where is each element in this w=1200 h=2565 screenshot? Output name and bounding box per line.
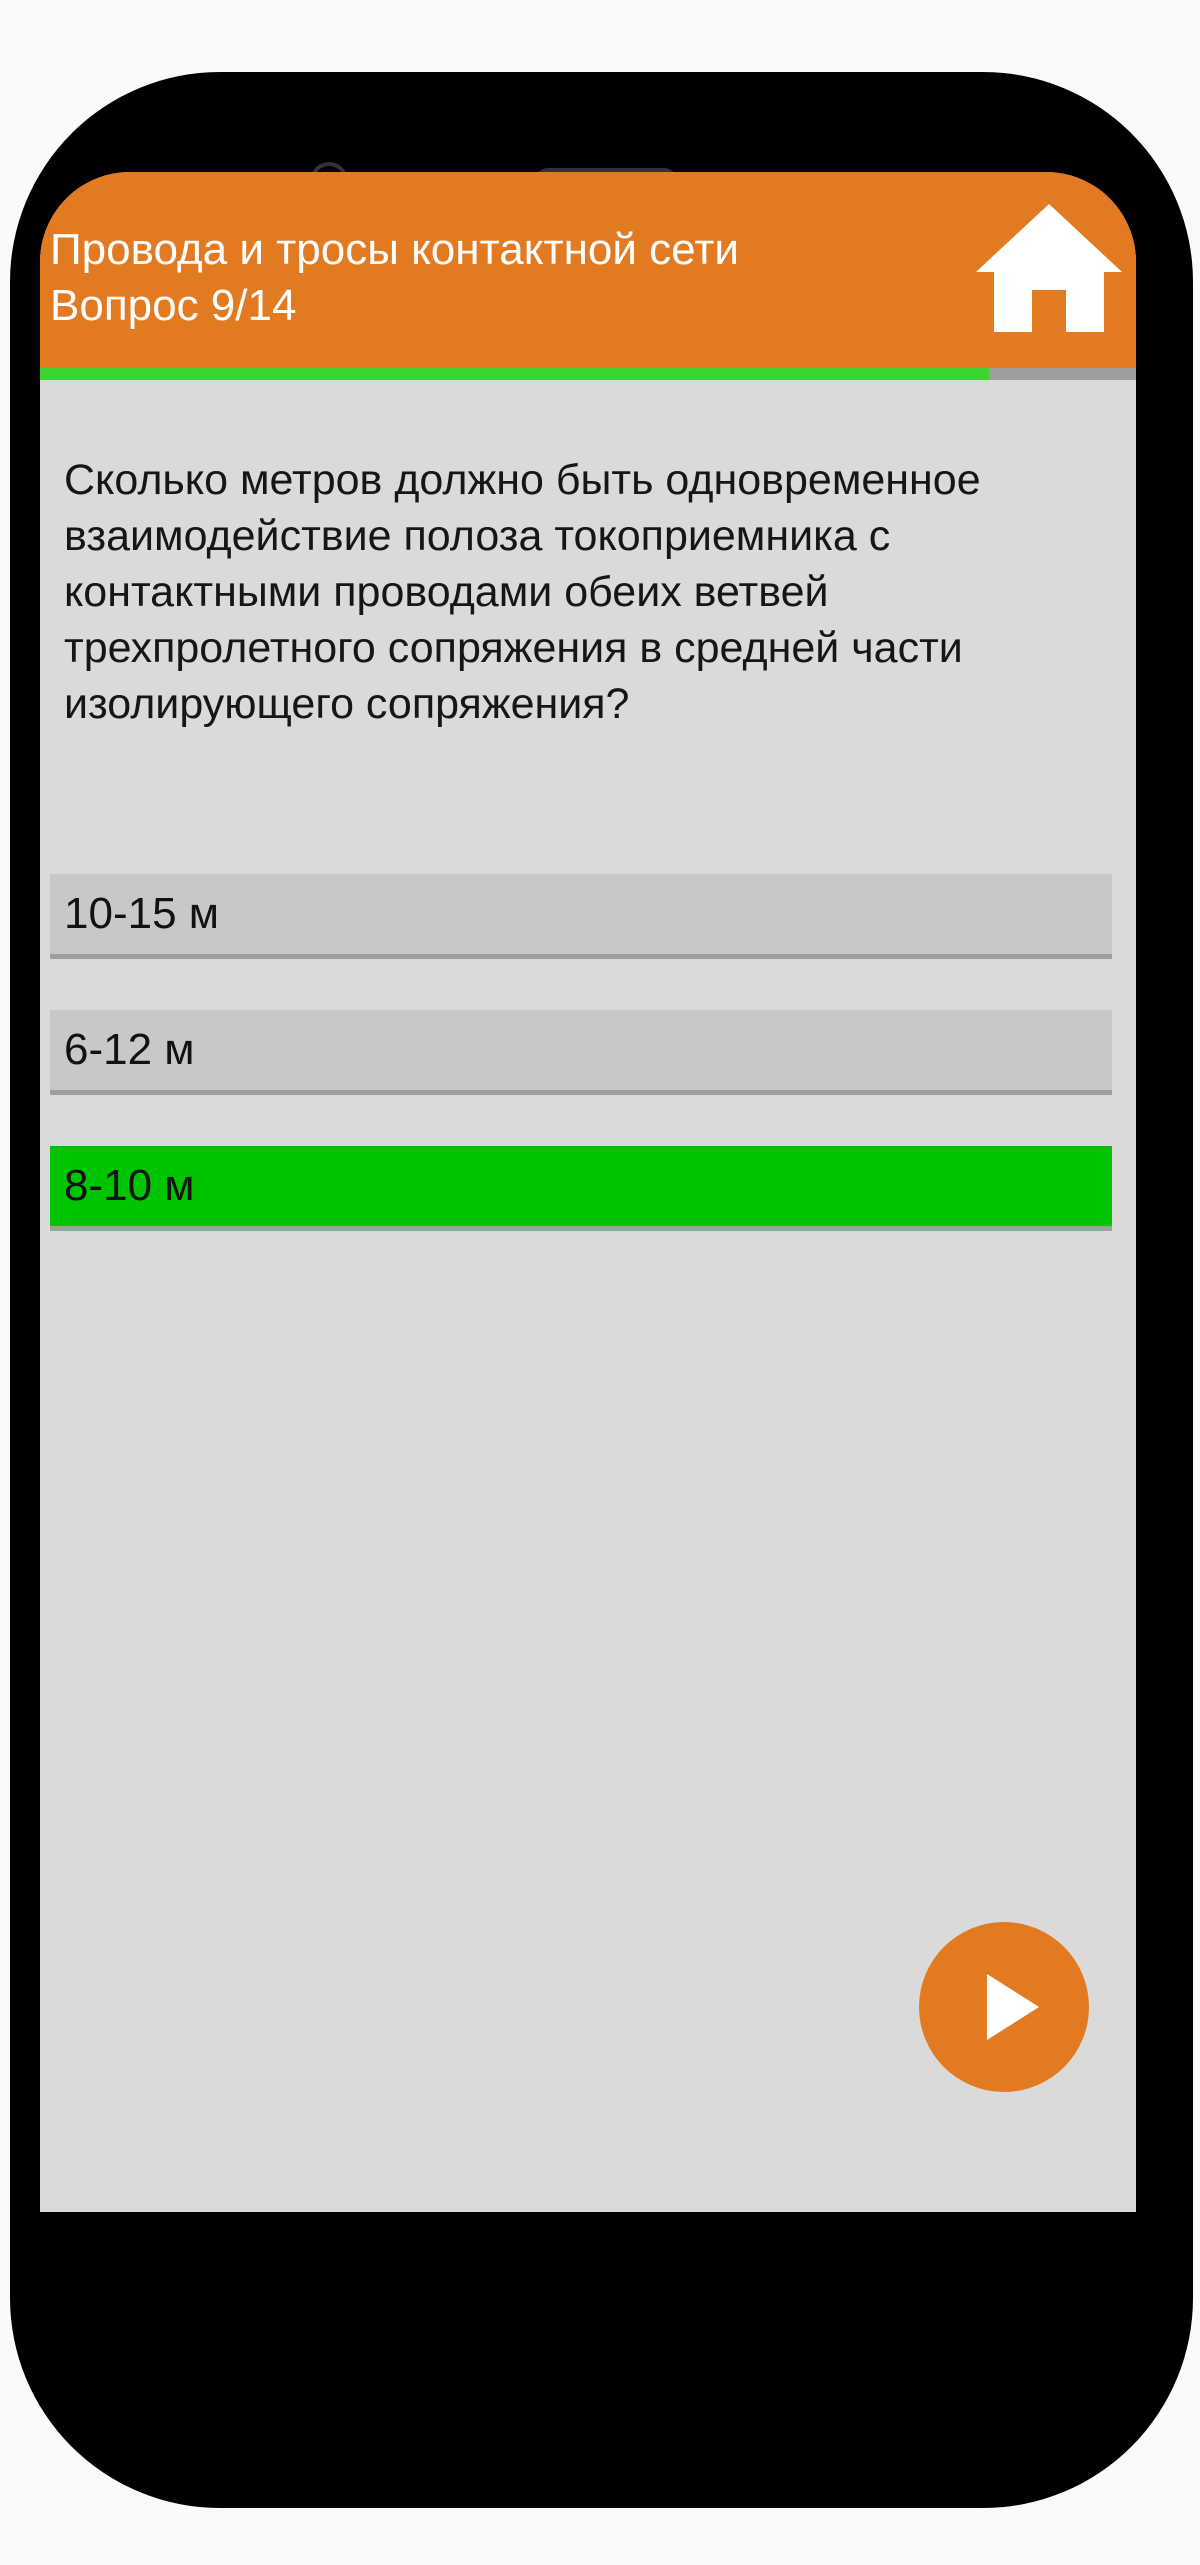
question-text: Сколько метров должно быть одновременное…: [64, 456, 981, 728]
progress-bar: [40, 368, 1136, 380]
next-button[interactable]: [919, 1922, 1089, 2092]
home-icon: [976, 204, 1122, 332]
play-icon: [987, 1974, 1039, 2040]
answer-option-3[interactable]: 8-10 м: [50, 1146, 1112, 1231]
home-button[interactable]: [974, 200, 1124, 336]
app-header: Провода и тросы контактной сети Вопрос 9…: [40, 172, 1136, 368]
question-counter: Вопрос 9/14: [50, 281, 297, 330]
answer-option-2[interactable]: 6-12 м: [50, 1010, 1112, 1095]
progress-bar-fill: [40, 368, 990, 380]
topic-title: Провода и тросы контактной сети: [50, 225, 739, 274]
navigation-bar: [40, 2212, 1136, 2332]
answer-option-1[interactable]: 10-15 м: [50, 874, 1112, 959]
app-screen: Провода и тросы контактной сети Вопрос 9…: [40, 172, 1136, 2212]
